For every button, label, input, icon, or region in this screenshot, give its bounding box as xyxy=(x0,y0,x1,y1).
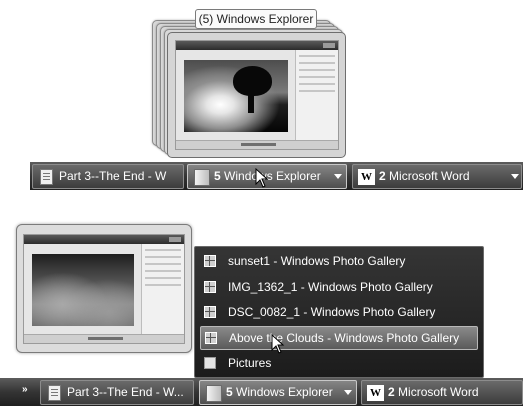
window-preview-thumbnail[interactable] xyxy=(16,224,192,353)
window-preview-thumbnail[interactable] xyxy=(167,32,346,158)
window-list-menu: sunset1 - Windows Photo Gallery IMG_1362… xyxy=(194,246,484,378)
explorer-folder-icon xyxy=(206,385,222,402)
group-dropdown-icon[interactable] xyxy=(344,390,352,395)
tree-trunk xyxy=(248,91,254,114)
window-list-item[interactable]: IMG_1362_1 - Windows Photo Gallery xyxy=(200,276,478,298)
mouse-pointer-icon xyxy=(271,334,285,354)
photo-gallery-icon xyxy=(204,281,216,293)
taskbar-button-windows-explorer[interactable]: 5 Windows Explorer xyxy=(199,380,357,405)
info-pane xyxy=(294,50,338,149)
window-list-item[interactable]: Pictures xyxy=(200,352,478,374)
viewer-controls xyxy=(176,140,338,149)
document-icon xyxy=(40,169,53,185)
explorer-folder-icon xyxy=(194,169,210,186)
word-icon: W xyxy=(358,169,375,185)
window-list-item-label: Above the Clouds - Windows Photo Gallery xyxy=(229,331,460,345)
photo-gallery-icon xyxy=(204,255,216,267)
taskbar: Part 3--The End - W 5 Windows Explorer W… xyxy=(30,162,523,190)
taskbar-button-word-doc[interactable]: Part 3--The End - W xyxy=(32,164,184,189)
group-dropdown-icon[interactable] xyxy=(511,174,519,179)
document-icon xyxy=(48,385,61,401)
window-list-item-label: IMG_1362_1 - Windows Photo Gallery xyxy=(228,280,433,294)
preview-stack-title: (5) Windows Explorer xyxy=(195,9,317,29)
taskbar-button-microsoft-word[interactable]: W 2 Microsoft Word xyxy=(361,380,523,405)
window-titlebar xyxy=(24,235,184,244)
group-count: 2 xyxy=(388,385,395,399)
group-dropdown-icon[interactable] xyxy=(334,174,342,179)
taskbar-button-word-doc[interactable]: Part 3--The End - W... xyxy=(40,380,194,405)
mouse-pointer-icon xyxy=(255,168,269,188)
taskbar: » Part 3--The End - W... 5 Windows Explo… xyxy=(0,378,523,406)
photo-gallery-window-shot xyxy=(23,234,185,344)
sunset-photo xyxy=(184,60,288,132)
photo-gallery-window-shot xyxy=(175,40,339,150)
taskbar-button-label: Part 3--The End - W... xyxy=(67,385,184,399)
group-count: 2 xyxy=(379,169,386,183)
group-count: 5 xyxy=(226,385,233,399)
window-list-item-label: Pictures xyxy=(228,356,272,370)
window-titlebar xyxy=(176,41,338,50)
taskbar-button-label: Part 3--The End - W xyxy=(59,169,167,183)
folder-icon xyxy=(204,357,216,369)
window-list-item[interactable]: DSC_0082_1 - Windows Photo Gallery xyxy=(200,301,478,323)
taskbar-button-label: Microsoft Word xyxy=(389,169,470,183)
viewer-controls xyxy=(24,334,184,343)
taskbar-button-label: Windows Explorer xyxy=(224,169,321,183)
info-pane xyxy=(141,244,184,343)
group-count: 5 xyxy=(214,169,221,183)
window-list-item-label: DSC_0082_1 - Windows Photo Gallery xyxy=(228,305,436,319)
window-list-item-label: sunset1 - Windows Photo Gallery xyxy=(228,254,406,268)
taskbar-button-label: Microsoft Word xyxy=(398,385,479,399)
taskbar-button-microsoft-word[interactable]: W 2 Microsoft Word xyxy=(352,164,522,189)
taskbar-button-label: Windows Explorer xyxy=(236,385,333,399)
window-list-item[interactable]: sunset1 - Windows Photo Gallery xyxy=(200,250,478,272)
photo-gallery-icon xyxy=(205,332,217,344)
word-icon: W xyxy=(367,385,384,401)
clouds-photo xyxy=(32,254,135,326)
window-list-item-highlighted[interactable]: Above the Clouds - Windows Photo Gallery xyxy=(200,326,478,350)
photo-gallery-icon xyxy=(204,306,216,318)
overflow-chevron-icon[interactable]: » xyxy=(22,384,28,395)
